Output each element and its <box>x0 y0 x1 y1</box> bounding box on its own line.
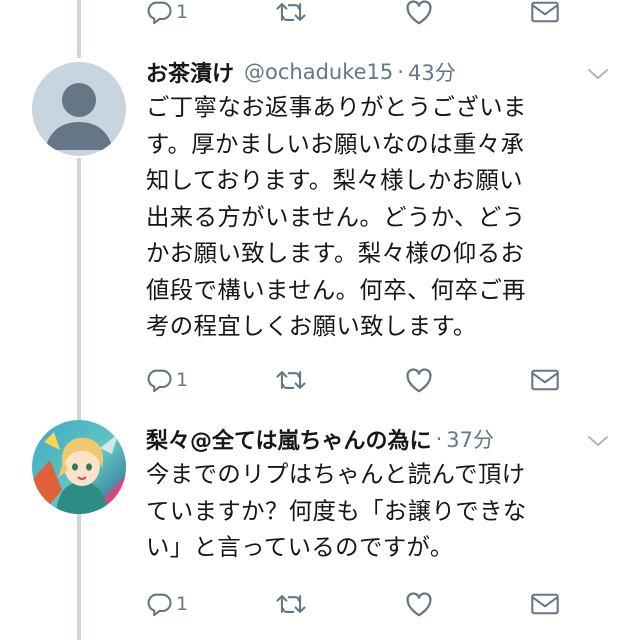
tweet-header: 梨々@全ては嵐ちゃんの為に · 37分 <box>146 424 494 454</box>
retweet-button[interactable] <box>274 0 308 32</box>
timestamp[interactable]: 43分 <box>408 57 456 87</box>
like-icon <box>404 366 434 394</box>
tweet-text: 今までのリプはちゃんと読んで頂け ていますか？何度も「お譲りできな い」と言って… <box>146 456 626 566</box>
thread-line <box>77 158 81 420</box>
thread-line <box>77 514 81 640</box>
reply-count: 1 <box>176 368 189 391</box>
reply-icon <box>146 0 174 26</box>
anime-character-avatar-icon <box>32 420 126 514</box>
avatar[interactable] <box>32 420 126 514</box>
tweet-header: お茶漬け @ochaduke15 · 43分 <box>146 57 456 87</box>
reply-count: 1 <box>176 0 189 23</box>
default-avatar-icon <box>45 83 113 150</box>
tweet-text-line: かお願い致します。梨々様の仰るお <box>146 239 525 267</box>
dm-icon <box>530 0 560 24</box>
reply-button[interactable]: 1 <box>146 360 188 400</box>
caret-down-icon <box>588 436 608 446</box>
reply-button[interactable]: 1 <box>146 0 188 32</box>
user-handle[interactable]: @ochaduke15 <box>244 60 393 84</box>
dm-button[interactable] <box>530 584 560 624</box>
reply-button[interactable]: 1 <box>146 584 188 624</box>
reply-count: 1 <box>176 592 189 615</box>
retweet-button[interactable] <box>274 360 308 400</box>
reply-icon <box>146 366 174 394</box>
reply-icon <box>146 590 174 618</box>
like-button[interactable] <box>404 0 434 32</box>
tweet-text: ご丁寧なお返事ありがとうございま す。厚かましいお願いなのは重々承 知しておりま… <box>146 89 626 345</box>
tweet-text-line: 知しております。梨々様しかお願い <box>146 166 523 194</box>
like-button[interactable] <box>404 360 434 400</box>
dm-icon <box>530 368 560 392</box>
separator: · <box>435 427 443 451</box>
retweet-icon <box>274 590 308 618</box>
dm-button[interactable] <box>530 0 560 32</box>
dm-button[interactable] <box>530 360 560 400</box>
tweet-text-line: い」と言っているのですが。 <box>146 533 454 561</box>
tweet-text-line: 今までのリプはちゃんと読んで頂け <box>146 460 526 488</box>
display-name[interactable]: 梨々@全ては嵐ちゃんの為に <box>146 423 432 455</box>
caret-down-icon <box>588 69 608 79</box>
tweet-text-line: す。厚かましいお願いなのは重々承 <box>146 129 525 158</box>
tweet-thread: 1 お茶漬け @ochaduke15 · 43分 ご丁寧なお返事ありがとうござい… <box>0 0 640 640</box>
tweet-actions: 1 <box>146 0 566 32</box>
like-button[interactable] <box>404 584 434 624</box>
tweet-text-line: ていますか？何度も「お譲りできな <box>146 496 527 525</box>
retweet-icon <box>274 366 308 394</box>
thread-line <box>77 0 81 58</box>
dm-icon <box>530 592 560 616</box>
retweet-icon <box>274 0 308 26</box>
tweet-actions: 1 <box>146 584 566 624</box>
tweet-text-line: 出来る方がいません。どうか、どう <box>146 202 526 231</box>
timestamp[interactable]: 37分 <box>446 424 494 454</box>
like-icon <box>404 0 434 26</box>
tweet-menu-button[interactable] <box>585 66 611 82</box>
like-icon <box>404 590 434 618</box>
tweet-text-line: 考の程宜しくお願い致します。 <box>146 312 477 340</box>
tweet-actions: 1 <box>146 360 566 400</box>
tweet-menu-button[interactable] <box>585 433 611 449</box>
tweet-text-line: ご丁寧なお返事ありがとうございま <box>146 93 527 121</box>
separator: · <box>397 60 404 84</box>
display-name[interactable]: お茶漬け <box>146 56 234 88</box>
tweet-text-line: 値段で構いません。何卒、何卒ご再 <box>146 275 526 304</box>
avatar[interactable] <box>32 62 126 156</box>
retweet-button[interactable] <box>274 584 308 624</box>
